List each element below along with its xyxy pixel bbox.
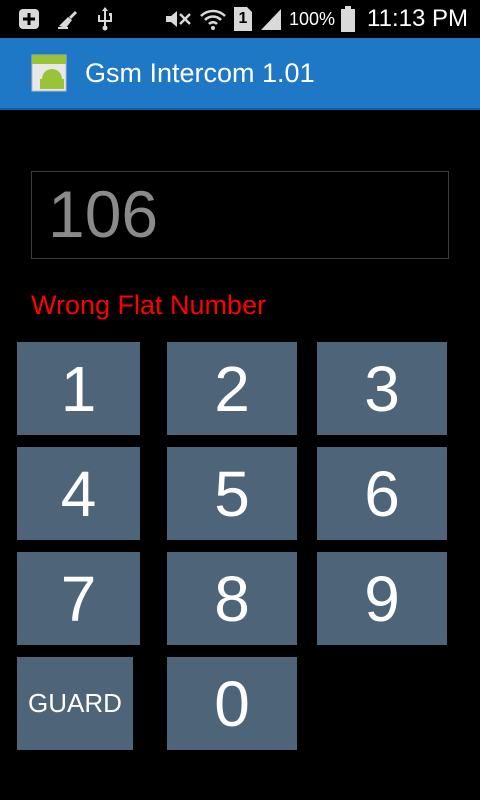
- key-1-button[interactable]: 1: [17, 342, 140, 435]
- flat-number-display: 106: [31, 171, 449, 259]
- battery-percentage: 100%: [289, 8, 336, 29]
- status-bar: 1 100% 11:13 PM: [0, 0, 480, 38]
- plus-box-icon: [18, 8, 40, 30]
- wifi-icon: [199, 7, 227, 31]
- signal-icon: [259, 7, 283, 31]
- status-time: 11:13 PM: [367, 5, 468, 32]
- flat-number-value: 106: [48, 177, 159, 251]
- app-title: Gsm Intercom 1.01: [85, 58, 315, 88]
- mute-icon: [163, 7, 193, 31]
- key-4-button[interactable]: 4: [17, 447, 140, 540]
- key-3-button[interactable]: 3: [317, 342, 447, 435]
- sim-1-icon: 1: [233, 6, 253, 32]
- key-6-button[interactable]: 6: [317, 447, 447, 540]
- status-bar-right: 1 100% 11:13 PM: [163, 4, 468, 34]
- status-bar-left: [18, 6, 114, 32]
- usb-icon: [96, 7, 114, 31]
- action-bar: Gsm Intercom 1.01: [0, 38, 480, 110]
- sim-1-label: 1: [238, 10, 248, 27]
- key-5-button[interactable]: 5: [167, 447, 297, 540]
- guard-button[interactable]: GUARD: [17, 657, 133, 750]
- key-2-button[interactable]: 2: [167, 342, 297, 435]
- key-9-button[interactable]: 9: [317, 552, 447, 645]
- key-7-button[interactable]: 7: [17, 552, 140, 645]
- key-8-button[interactable]: 8: [167, 552, 297, 645]
- android-app-icon[interactable]: [30, 53, 70, 93]
- battery-icon: [341, 6, 356, 32]
- cleaner-icon: [56, 8, 80, 30]
- error-message: Wrong Flat Number: [31, 290, 267, 320]
- key-0-button[interactable]: 0: [167, 657, 297, 750]
